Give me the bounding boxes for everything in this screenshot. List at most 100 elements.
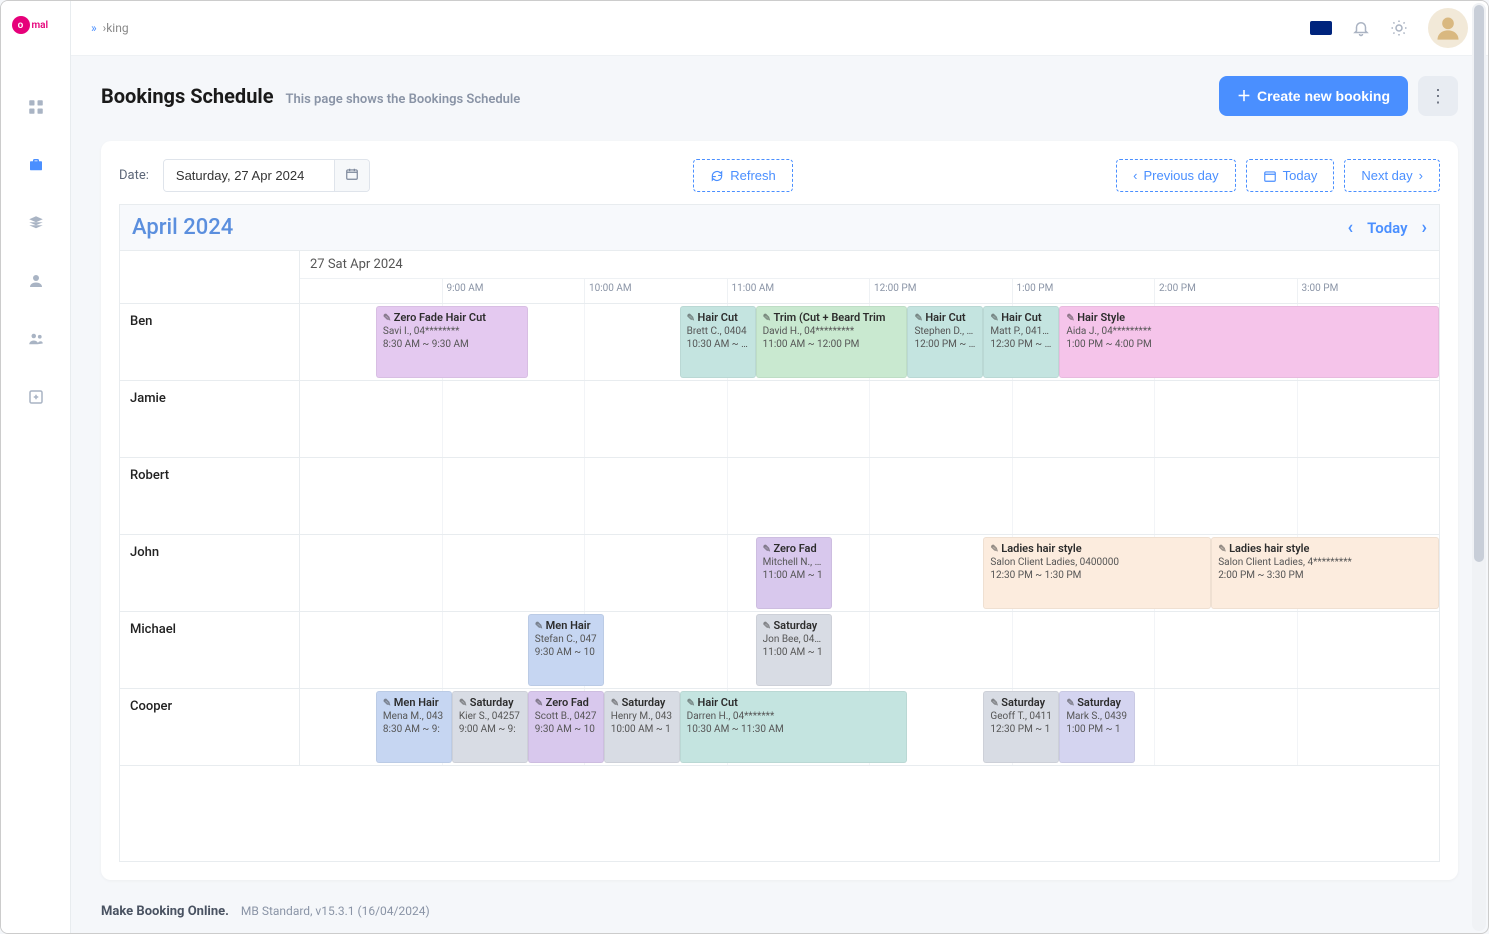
booking-title: Men Hair xyxy=(383,696,445,710)
booking-time: 10:00 AM ~ 1 xyxy=(611,723,673,736)
sidebar-item-dashboard[interactable] xyxy=(16,87,56,127)
sun-icon[interactable] xyxy=(1390,19,1408,37)
booking-title: Saturday xyxy=(1066,696,1128,710)
avatar[interactable] xyxy=(1428,8,1468,48)
booking-client: Henry M., 043 xyxy=(611,710,673,723)
booking-client: Mark S., 0439 xyxy=(1066,710,1128,723)
staff-name: John xyxy=(120,535,300,611)
booking-time: 1:00 PM ~ 1 xyxy=(1066,723,1128,736)
booking-time: 1:00 PM ~ 4:00 PM xyxy=(1066,338,1432,351)
footer: Make Booking Online. MB Standard, v15.3.… xyxy=(71,890,1488,933)
booking-client: Savi I., 04******** xyxy=(383,325,521,338)
sidebar-item-team[interactable] xyxy=(16,319,56,359)
stack-icon xyxy=(27,214,45,232)
booking-title: Saturday xyxy=(611,696,673,710)
booking-card[interactable]: Zero FadScott B., 04279:30 AM ~ 10 xyxy=(528,691,604,763)
booking-card[interactable]: SaturdayGeoff T., 041112:30 PM ~ 1 xyxy=(983,691,1059,763)
sidebar-item-reports[interactable] xyxy=(16,377,56,417)
booking-card[interactable]: SaturdayJon Bee, 040911:00 AM ~ 1 xyxy=(756,614,832,686)
booking-card[interactable]: SaturdayKier S., 042579:00 AM ~ 9: xyxy=(452,691,528,763)
booking-card[interactable]: SaturdayHenry M., 04310:00 AM ~ 1 xyxy=(604,691,680,763)
booking-client: Geoff T., 0411 xyxy=(990,710,1052,723)
booking-time: 8:30 AM ~ 9:30 AM xyxy=(383,338,521,351)
breadcrumb-item: ›king xyxy=(103,21,129,35)
previous-day-button[interactable]: ‹ Previous day xyxy=(1116,159,1236,192)
booking-client: Scott B., 0427 xyxy=(535,710,597,723)
month-today-button[interactable]: Today xyxy=(1367,219,1407,237)
booking-title: Ladies hair style xyxy=(1218,542,1432,556)
booking-title: Men Hair xyxy=(535,619,597,633)
booking-card[interactable]: SaturdayMark S., 04391:00 PM ~ 1 xyxy=(1059,691,1135,763)
staff-timeline[interactable] xyxy=(300,458,1439,534)
more-actions-button[interactable]: ⋮ xyxy=(1418,76,1458,116)
next-day-label: Next day xyxy=(1361,168,1412,183)
booking-client: Stefan C., 047 xyxy=(535,633,597,646)
booking-card[interactable]: Men HairMena M., 0438:30 AM ~ 9: xyxy=(376,691,452,763)
booking-time: 9:00 AM ~ 9: xyxy=(459,723,521,736)
refresh-button[interactable]: Refresh xyxy=(693,159,793,192)
calendar-button[interactable] xyxy=(334,160,369,191)
booking-title: Hair Cut xyxy=(990,311,1052,325)
schedule-body[interactable]: BenZero Fade Hair CutSavi I., 04********… xyxy=(120,304,1439,861)
bell-icon[interactable] xyxy=(1352,19,1370,37)
grid-icon xyxy=(27,98,45,116)
footer-brand: Make Booking Online. xyxy=(101,904,229,919)
booking-card[interactable]: Zero Fade Hair CutSavi I., 04********8:3… xyxy=(376,306,528,378)
staff-timeline[interactable]: Men HairStefan C., 0479:30 AM ~ 10 Saturd… xyxy=(300,612,1439,688)
booking-title: Saturday xyxy=(990,696,1052,710)
date-input[interactable] xyxy=(164,160,334,191)
booking-card[interactable]: Hair CutBrett C., 040410:30 AM ~ 11 xyxy=(680,306,756,378)
create-booking-button[interactable]: ＋ Create new booking xyxy=(1219,76,1408,116)
booking-client: Matt P., 04144 xyxy=(990,325,1052,338)
booking-client: David H., 04********* xyxy=(763,325,901,338)
today-button[interactable]: Today xyxy=(1246,159,1335,192)
booking-card[interactable]: Hair CutDarren H., 04*******10:30 AM ~ 1… xyxy=(680,691,908,763)
hour-label: 10:00 AM xyxy=(584,279,727,303)
booking-card[interactable]: Hair CutMatt P., 0414412:30 PM ~ 1: xyxy=(983,306,1059,378)
booking-card[interactable]: Zero FadMitchell N., 0411:00 AM ~ 1 xyxy=(756,537,832,609)
booking-title: Ladies hair style xyxy=(990,542,1204,556)
staff-timeline[interactable]: Men HairMena M., 0438:30 AM ~ 9:Saturday… xyxy=(300,689,1439,765)
breadcrumb: » ›king xyxy=(91,21,129,35)
month-prev-button[interactable]: ‹ xyxy=(1348,217,1354,238)
schedule-date-label: 27 Sat Apr 2024 xyxy=(300,251,1439,279)
month-next-button[interactable]: › xyxy=(1422,217,1427,238)
sidebar-item-clients[interactable] xyxy=(16,261,56,301)
topbar: » ›king xyxy=(71,1,1488,56)
booking-client: Stephen D., 04 xyxy=(914,325,976,338)
logo-text: mal xyxy=(32,20,49,31)
schedule-card: Date: Refresh ‹ Previous day xyxy=(101,141,1458,880)
plus-icon: ＋ xyxy=(1237,86,1251,106)
staff-timeline[interactable]: Zero Fade Hair CutSavi I., 04********8:3… xyxy=(300,304,1439,380)
booking-client: Mitchell N., 04 xyxy=(763,556,825,569)
scrollbar-vertical[interactable] xyxy=(1472,3,1486,931)
booking-card[interactable]: Hair CutStephen D., 0412:00 PM ~ 1: xyxy=(907,306,983,378)
hour-label: 3:00 PM xyxy=(1297,279,1440,303)
hour-label: 2:00 PM xyxy=(1154,279,1297,303)
booking-title: Hair Cut xyxy=(687,696,901,710)
date-picker[interactable] xyxy=(163,159,370,192)
booking-card[interactable]: Ladies hair styleSalon Client Ladies, 04… xyxy=(983,537,1211,609)
booking-card[interactable]: Ladies hair styleSalon Client Ladies, 4*… xyxy=(1211,537,1439,609)
next-day-button[interactable]: Next day › xyxy=(1344,159,1440,192)
booking-card[interactable]: Hair StyleAida J., 04*********1:00 PM ~ … xyxy=(1059,306,1439,378)
calendar-icon xyxy=(345,167,359,181)
booking-client: Kier S., 04257 xyxy=(459,710,521,723)
sidebar-item-services[interactable] xyxy=(16,203,56,243)
today-label: Today xyxy=(1283,168,1318,183)
staff-timeline[interactable] xyxy=(300,381,1439,457)
booking-title: Saturday xyxy=(459,696,521,710)
dots-vertical-icon: ⋮ xyxy=(1429,86,1447,106)
page-header: Bookings Schedule This page shows the Bo… xyxy=(71,56,1488,126)
refresh-label: Refresh xyxy=(730,168,776,183)
locale-flag-au[interactable] xyxy=(1310,21,1332,35)
booking-card[interactable]: Trim (Cut + Beard TrimDavid H., 04******… xyxy=(756,306,908,378)
month-navigator: April 2024 ‹ Today › xyxy=(119,204,1440,250)
staff-timeline[interactable]: Zero FadMitchell N., 0411:00 AM ~ 1 Ladie… xyxy=(300,535,1439,611)
booking-card[interactable]: Men HairStefan C., 0479:30 AM ~ 10 xyxy=(528,614,604,686)
booking-client: Jon Bee, 0409 xyxy=(763,633,825,646)
sidebar-item-bookings[interactable] xyxy=(16,145,56,185)
footer-version: MB Standard, v15.3.1 (16/04/2024) xyxy=(241,904,430,918)
scrollbar-thumb[interactable] xyxy=(1474,5,1484,562)
previous-day-label: Previous day xyxy=(1143,168,1218,183)
